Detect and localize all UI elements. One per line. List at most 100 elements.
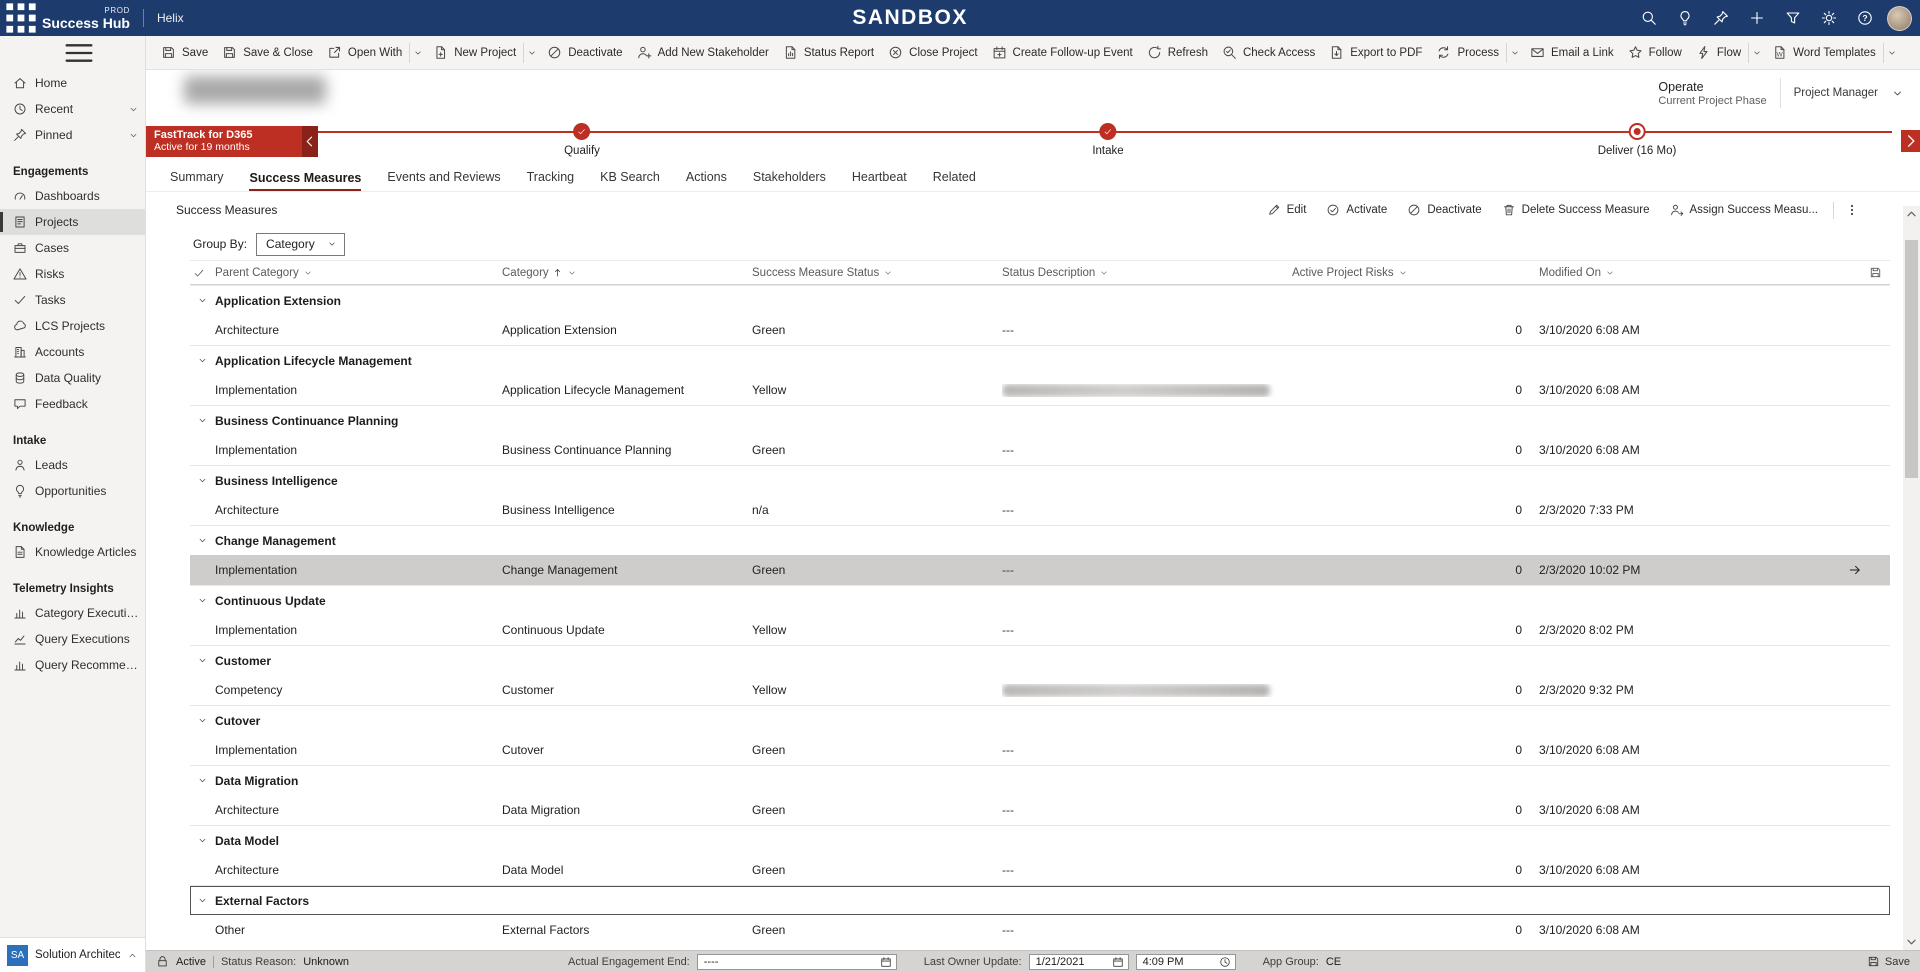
tab-kb-search[interactable]: KB Search — [600, 170, 660, 191]
app-switcher[interactable]: PROD Success Hub — [42, 7, 130, 30]
stage-current-dot[interactable] — [1628, 123, 1645, 140]
flow-button[interactable]: Flow — [1689, 39, 1748, 67]
sidebar-item-cases[interactable]: Cases — [0, 235, 145, 261]
save-icon[interactable] — [1869, 266, 1882, 279]
edit-button[interactable]: Edit — [1258, 197, 1316, 223]
last-update-time-field[interactable]: 4:09 PM — [1136, 954, 1236, 970]
refresh-button[interactable]: Refresh — [1140, 39, 1215, 67]
flow-dropdown-chevron-down-icon[interactable] — [1748, 43, 1765, 63]
scroll-down-icon[interactable] — [1903, 934, 1920, 950]
chevron-down-icon[interactable] — [1891, 87, 1904, 100]
table-row-data-migration[interactable]: ArchitectureData MigrationGreen---03/10/… — [190, 795, 1890, 825]
lightbulb-icon[interactable] — [1671, 5, 1698, 32]
select-all-column-check-icon[interactable] — [190, 267, 215, 279]
column-header-active-project-risks[interactable]: Active Project Risks — [1292, 267, 1522, 279]
group-header-cutover[interactable]: Cutover — [190, 705, 1890, 735]
table-row-application-extension[interactable]: ArchitectureApplication ExtensionGreen--… — [190, 315, 1890, 345]
save-button[interactable]: Save — [154, 39, 215, 67]
group-header-application-extension[interactable]: Application Extension — [190, 285, 1890, 315]
group-header-data-model[interactable]: Data Model — [190, 825, 1890, 855]
group-header-continuous-update[interactable]: Continuous Update — [190, 585, 1890, 615]
sidebar-item-feedback[interactable]: Feedback — [0, 391, 145, 417]
email-a-link-button[interactable]: Email a Link — [1523, 39, 1621, 67]
column-header-success-measure-status[interactable]: Success Measure Status — [752, 267, 1002, 279]
sidebar-item-leads[interactable]: Leads — [0, 452, 145, 478]
user-avatar[interactable] — [1887, 6, 1912, 31]
plus-icon[interactable] — [1743, 5, 1770, 32]
tab-related[interactable]: Related — [933, 170, 976, 191]
sidebar-item-data-quality[interactable]: Data Quality — [0, 365, 145, 391]
calendar-icon[interactable] — [1112, 956, 1124, 968]
table-row-external-factors[interactable]: OtherExternal FactorsGreen---03/10/2020 … — [190, 915, 1890, 945]
group-header-external-factors[interactable]: External Factors — [190, 885, 1890, 915]
process-dropdown-chevron-down-icon[interactable] — [1506, 43, 1523, 63]
assign-success-measu-button[interactable]: Assign Success Measu... — [1661, 197, 1827, 223]
table-row-change-management[interactable]: ImplementationChange ManagementGreen---0… — [190, 555, 1890, 585]
tab-summary[interactable]: Summary — [170, 170, 223, 191]
more-commands-ellipsis-icon[interactable] — [1840, 197, 1864, 223]
status-report-button[interactable]: Status Report — [776, 39, 881, 67]
bpf-stage-qualify[interactable]: Qualify — [564, 123, 600, 157]
group-header-application-lifecycle-management[interactable]: Application Lifecycle Management — [190, 345, 1890, 375]
deactivate-button[interactable]: Deactivate — [1398, 197, 1490, 223]
open-with-button[interactable]: Open With — [320, 39, 409, 67]
sidebar-item-query-executions[interactable]: Query Executions — [0, 626, 145, 652]
sidebar-item-category-executions[interactable]: Category Executions — [0, 600, 145, 626]
app-launcher-waffle-icon[interactable] — [0, 0, 42, 36]
sidebar-item-home[interactable]: Home — [0, 70, 145, 96]
activate-button[interactable]: Activate — [1317, 197, 1396, 223]
table-row-application-lifecycle-management[interactable]: ImplementationApplication Lifecycle Mana… — [190, 375, 1890, 405]
help-icon[interactable]: ? — [1851, 5, 1878, 32]
save-close-button[interactable]: Save & Close — [215, 39, 320, 67]
tab-tracking[interactable]: Tracking — [527, 170, 574, 191]
table-row-cutover[interactable]: ImplementationCutoverGreen---03/10/2020 … — [190, 735, 1890, 765]
column-header-parent-category[interactable]: Parent Category — [215, 267, 502, 279]
tab-actions[interactable]: Actions — [686, 170, 727, 191]
follow-button[interactable]: Follow — [1621, 39, 1689, 67]
process-button[interactable]: Process — [1429, 39, 1506, 67]
calendar-icon[interactable] — [880, 956, 892, 968]
new-project-dropdown-chevron-down-icon[interactable] — [523, 43, 540, 63]
gear-icon[interactable] — [1815, 5, 1842, 32]
pin-icon[interactable] — [1707, 5, 1734, 32]
stage-check-icon[interactable] — [1099, 123, 1116, 140]
new-project-button[interactable]: New Project — [426, 39, 523, 67]
sidebar-item-risks[interactable]: Risks — [0, 261, 145, 287]
footer-save[interactable]: Save — [1867, 955, 1910, 968]
table-row-data-model[interactable]: ArchitectureData ModelGreen---03/10/2020… — [190, 855, 1890, 885]
column-header-category[interactable]: Category — [502, 267, 752, 279]
table-row-continuous-update[interactable]: ImplementationContinuous UpdateYellow---… — [190, 615, 1890, 645]
group-header-business-continuance-planning[interactable]: Business Continuance Planning — [190, 405, 1890, 435]
sidebar-item-tasks[interactable]: Tasks — [0, 287, 145, 313]
tab-success-measures[interactable]: Success Measures — [249, 171, 361, 192]
open-record-arrow-right-icon[interactable] — [1848, 563, 1862, 577]
sidebar-item-dashboards[interactable]: Dashboards — [0, 183, 145, 209]
search-icon[interactable] — [1635, 5, 1662, 32]
clock-icon[interactable] — [1219, 956, 1231, 968]
sidebar-footer[interactable]: SA Solution Architect — [0, 937, 145, 972]
group-header-business-intelligence[interactable]: Business Intelligence — [190, 465, 1890, 495]
chevron-up-icon[interactable] — [127, 950, 138, 961]
create-follow-up-event-button[interactable]: Create Follow-up Event — [985, 39, 1140, 67]
sidebar-item-opportunities[interactable]: Opportunities — [0, 478, 145, 504]
tab-stakeholders[interactable]: Stakeholders — [753, 170, 826, 191]
word-templates-button[interactable]: WWord Templates — [1765, 39, 1883, 67]
check-access-button[interactable]: Check Access — [1215, 39, 1322, 67]
workspace-label[interactable]: Helix — [157, 11, 184, 25]
group-header-data-migration[interactable]: Data Migration — [190, 765, 1890, 795]
group-header-customer[interactable]: Customer — [190, 645, 1890, 675]
sidebar-item-recent[interactable]: Recent — [0, 96, 145, 122]
delete-success-measure-button[interactable]: Delete Success Measure — [1493, 197, 1659, 223]
tab-events-and-reviews[interactable]: Events and Reviews — [387, 170, 500, 191]
sidebar-item-projects[interactable]: Projects — [0, 209, 145, 235]
export-to-pdf-button[interactable]: Export to PDF — [1322, 39, 1429, 67]
column-header-modified-on[interactable]: Modified On — [1522, 267, 1790, 279]
last-update-date-field[interactable]: 1/21/2021 — [1029, 954, 1129, 970]
filter-icon[interactable] — [1779, 5, 1806, 32]
group-header-change-management[interactable]: Change Management — [190, 525, 1890, 555]
word-templates-dropdown-chevron-down-icon[interactable] — [1883, 43, 1900, 63]
sidebar-item-query-recommendat[interactable]: Query Recommendat... — [0, 652, 145, 678]
add-new-stakeholder-button[interactable]: Add New Stakeholder — [630, 39, 776, 67]
column-header-status-description[interactable]: Status Description — [1002, 267, 1292, 279]
fasttrack-banner[interactable]: FastTrack for D365 Active for 19 months — [146, 126, 302, 157]
